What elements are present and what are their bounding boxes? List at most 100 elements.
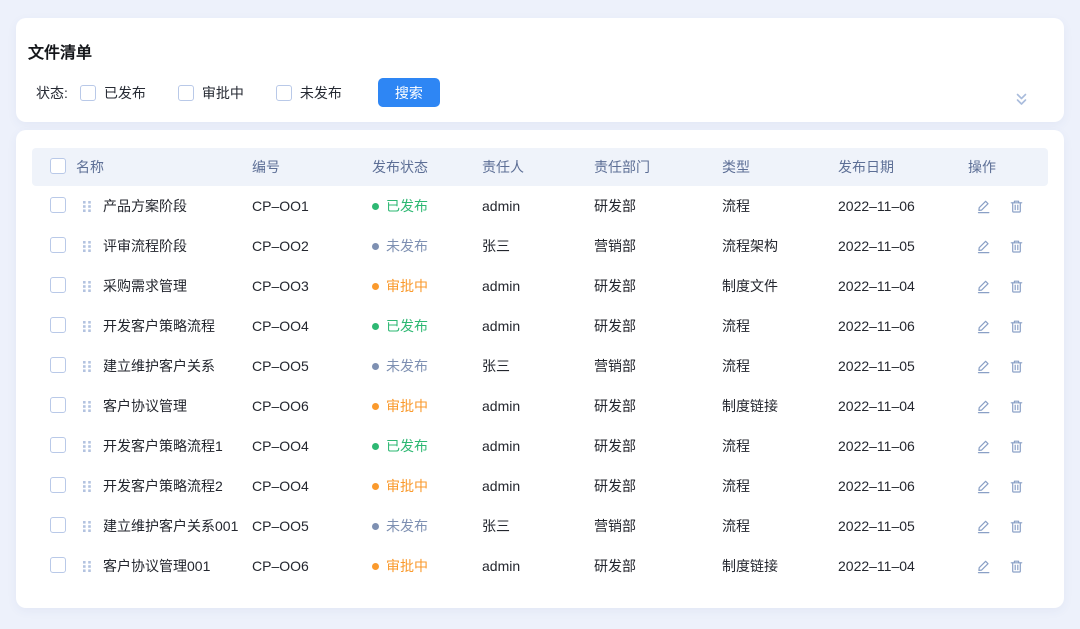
table-row: 开发客户策略流程2 CP–OO4 审批中 admin 研发部 流程 2022–1…: [32, 466, 1048, 506]
status-cell: 审批中: [372, 556, 482, 576]
drag-handle-icon[interactable]: [82, 320, 92, 333]
dept-cell: 研发部: [594, 476, 722, 496]
filter-option-published[interactable]: 已发布: [80, 83, 146, 103]
delete-button[interactable]: [1009, 399, 1024, 414]
delete-button[interactable]: [1009, 519, 1024, 534]
row-checkbox[interactable]: [50, 237, 66, 253]
table-row: 客户协议管理 CP–OO6 审批中 admin 研发部 制度链接 2022–11…: [32, 386, 1048, 426]
status-cell: 未发布: [372, 356, 482, 376]
edit-button[interactable]: [976, 319, 991, 334]
drag-handle-icon[interactable]: [82, 560, 92, 573]
owner-cell: admin: [482, 278, 594, 294]
unpublished-checkbox[interactable]: [276, 85, 292, 101]
owner-cell: admin: [482, 198, 594, 214]
row-checkbox[interactable]: [50, 357, 66, 373]
ops-cell: [968, 559, 1048, 574]
collapse-filter-button[interactable]: [1012, 92, 1030, 110]
status-cell: 未发布: [372, 236, 482, 256]
delete-button[interactable]: [1009, 279, 1024, 294]
row-checkbox[interactable]: [50, 437, 66, 453]
document-name: 评审流程阶段: [103, 236, 187, 256]
dept-cell: 研发部: [594, 556, 722, 576]
row-checkbox[interactable]: [50, 477, 66, 493]
filter-option-approving[interactable]: 审批中: [178, 83, 244, 103]
dept-cell: 营销部: [594, 516, 722, 536]
status-dot-icon: [372, 523, 379, 530]
status-cell: 已发布: [372, 316, 482, 336]
delete-button[interactable]: [1009, 359, 1024, 374]
trash-icon: [1009, 519, 1024, 534]
edit-button[interactable]: [976, 239, 991, 254]
search-button[interactable]: 搜索: [378, 78, 440, 107]
select-all-checkbox[interactable]: [50, 158, 66, 174]
edit-button[interactable]: [976, 399, 991, 414]
status-cell: 已发布: [372, 196, 482, 216]
delete-button[interactable]: [1009, 479, 1024, 494]
edit-button[interactable]: [976, 199, 991, 214]
delete-button[interactable]: [1009, 239, 1024, 254]
ops-cell: [968, 479, 1048, 494]
edit-button[interactable]: [976, 359, 991, 374]
pencil-icon: [976, 199, 991, 214]
type-cell: 流程: [722, 196, 838, 216]
drag-handle-icon[interactable]: [82, 480, 92, 493]
ops-cell: [968, 279, 1048, 294]
drag-handle-icon[interactable]: [82, 200, 92, 213]
edit-button[interactable]: [976, 559, 991, 574]
trash-icon: [1009, 559, 1024, 574]
drag-handle-icon[interactable]: [82, 440, 92, 453]
row-select-cell: [32, 437, 76, 456]
edit-button[interactable]: [976, 279, 991, 294]
trash-icon: [1009, 359, 1024, 374]
pencil-icon: [976, 479, 991, 494]
status-dot-icon: [372, 363, 379, 370]
status-dot-icon: [372, 563, 379, 570]
delete-button[interactable]: [1009, 199, 1024, 214]
document-code: CP–OO6: [252, 558, 372, 574]
document-name: 开发客户策略流程: [103, 316, 215, 336]
drag-handle-icon[interactable]: [82, 240, 92, 253]
drag-handle-icon[interactable]: [82, 280, 92, 293]
row-checkbox[interactable]: [50, 557, 66, 573]
ops-cell: [968, 199, 1048, 214]
row-checkbox[interactable]: [50, 277, 66, 293]
header-select-cell: [32, 158, 76, 177]
unpublished-checkbox-label: 未发布: [300, 83, 342, 103]
type-cell: 制度链接: [722, 396, 838, 416]
pencil-icon: [976, 519, 991, 534]
name-cell: 开发客户策略流程: [76, 316, 252, 336]
published-checkbox-label: 已发布: [104, 83, 146, 103]
delete-button[interactable]: [1009, 439, 1024, 454]
row-checkbox[interactable]: [50, 397, 66, 413]
filter-option-unpublished[interactable]: 未发布: [276, 83, 342, 103]
filter-panel: 文件清单 状态: 已发布 审批中 未发布 搜索: [16, 18, 1064, 122]
drag-handle-icon[interactable]: [82, 360, 92, 373]
name-cell: 评审流程阶段: [76, 236, 252, 256]
edit-button[interactable]: [976, 479, 991, 494]
date-cell: 2022–11–04: [838, 398, 968, 414]
col-header-ops: 操作: [968, 157, 1048, 177]
pencil-icon: [976, 559, 991, 574]
drag-handle-icon[interactable]: [82, 400, 92, 413]
dept-cell: 研发部: [594, 276, 722, 296]
approving-checkbox[interactable]: [178, 85, 194, 101]
published-checkbox[interactable]: [80, 85, 96, 101]
row-checkbox[interactable]: [50, 517, 66, 533]
date-cell: 2022–11–06: [838, 438, 968, 454]
type-cell: 流程: [722, 316, 838, 336]
status-label: 已发布: [386, 316, 428, 336]
edit-button[interactable]: [976, 519, 991, 534]
delete-button[interactable]: [1009, 319, 1024, 334]
name-cell: 开发客户策略流程2: [76, 476, 252, 496]
table-row: 建立维护客户关系 CP–OO5 未发布 张三 营销部 流程 2022–11–05: [32, 346, 1048, 386]
edit-button[interactable]: [976, 439, 991, 454]
status-label: 审批中: [386, 276, 428, 296]
row-checkbox[interactable]: [50, 317, 66, 333]
delete-button[interactable]: [1009, 559, 1024, 574]
drag-handle-icon[interactable]: [82, 520, 92, 533]
row-checkbox[interactable]: [50, 197, 66, 213]
ops-cell: [968, 239, 1048, 254]
trash-icon: [1009, 279, 1024, 294]
date-cell: 2022–11–06: [838, 478, 968, 494]
document-name: 开发客户策略流程1: [103, 436, 223, 456]
